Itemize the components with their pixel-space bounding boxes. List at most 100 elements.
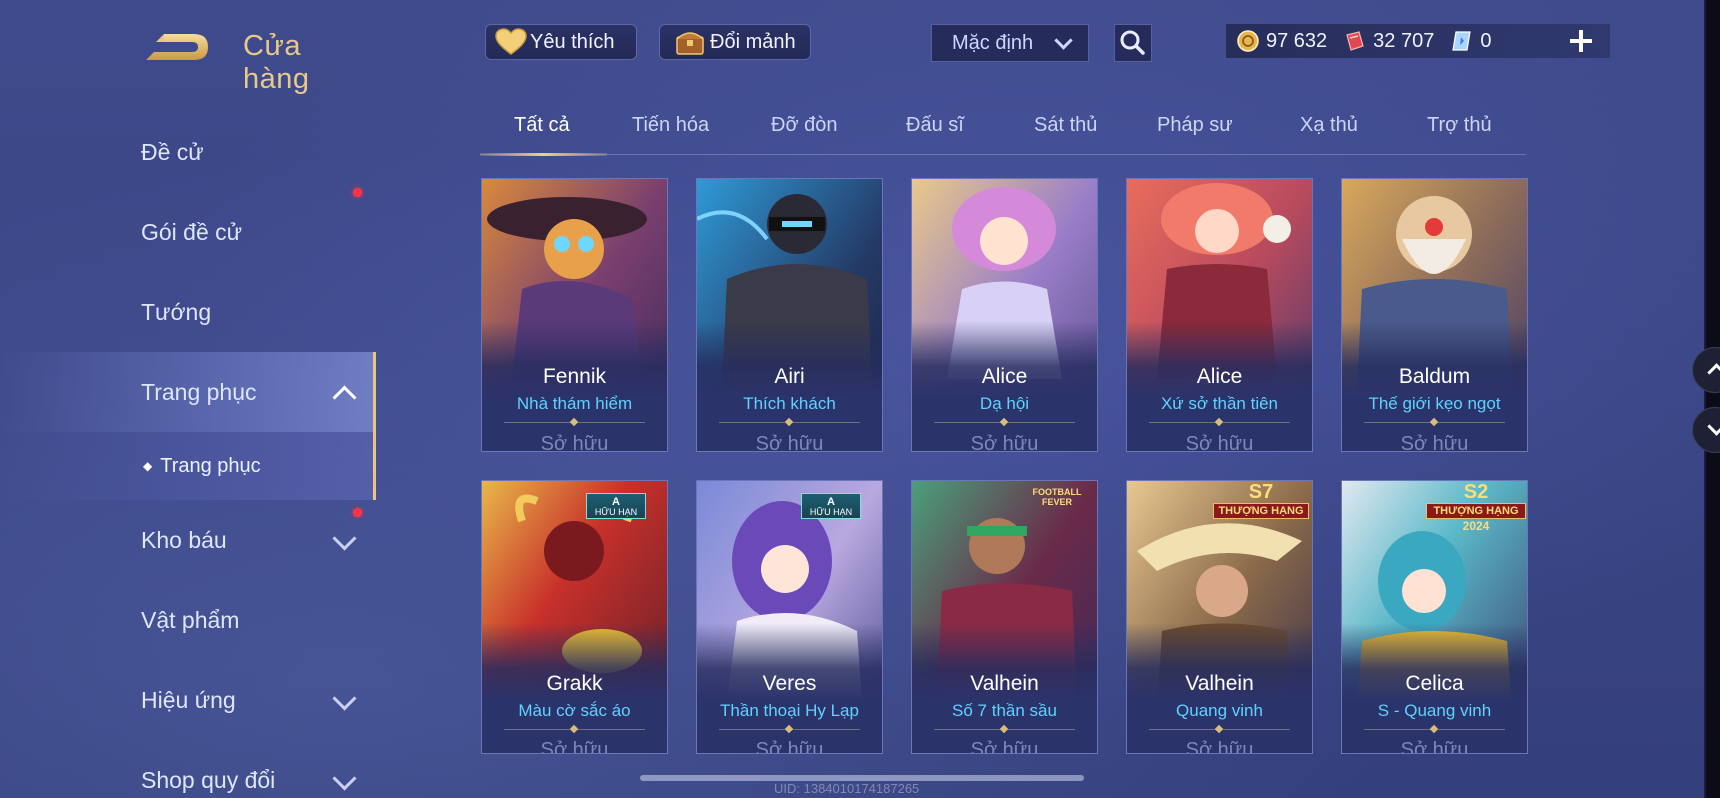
skin-card[interactable]: Airi Thích khách Sở hữu [696,178,883,452]
sidebar-item-label: Đề cử [141,138,204,165]
skin-card[interactable]: A HỮU HẠN Veres Thần thoại Hy Lạp Sở hữu [696,480,883,754]
skin-card[interactable]: A HỮU HẠN Grakk Màu cờ sắc áo Sở hữu [481,480,668,754]
active-tab-indicator [480,153,607,156]
divider [934,729,1075,730]
divider [504,729,645,730]
gold-balance: 97 632 [1236,29,1327,53]
skin-card[interactable]: S7 THƯỢNG HẠNG Valhein Quang vinh Sở hữu [1126,480,1313,754]
rank-badge: S2 THƯỢNG HẠNG 2024 [1426,481,1526,533]
skin-name: S - Quang vinh [1377,701,1492,720]
sidebar-item-exchange-shop[interactable]: Shop quy đổi [0,740,376,798]
badge-label: FEVER [1041,497,1072,507]
tab-marksman[interactable]: Xạ thủ [1300,114,1358,137]
notification-dot [353,508,362,517]
plus-icon[interactable] [1564,24,1598,58]
badge-label: THƯỢNG HẠNG [1426,503,1526,519]
skin-card[interactable]: Fennik Nhà thám hiểm Sở hữu [481,178,668,452]
hero-name: Celica [1405,672,1464,695]
badge-label: HỮU HẠN [809,507,853,517]
currency-bar: 97 632 32 707 0 [1226,24,1610,58]
sidebar-item-treasure[interactable]: Kho báu [0,500,376,580]
tab-mage[interactable]: Pháp sư [1157,114,1233,137]
sidebar-item-items[interactable]: Vật phẩm [0,580,376,660]
sidebar-item-label: Vật phẩm [141,606,240,633]
sidebar-item-effects[interactable]: Hiệu ứng [0,660,376,740]
voucher-icon [1346,31,1364,51]
sidebar-item-label: Tướng [141,298,212,325]
hero-name: Fennik [542,365,607,388]
chevron-down-icon [332,526,357,551]
hero-name: Baldum [1398,365,1471,388]
chest-icon [676,32,704,55]
badge-season: S7 [1248,481,1274,503]
skin-name: Thế giới kẹo ngọt [1368,394,1501,413]
chevron-down-icon [1707,417,1720,436]
ownership-status: Sở hữu [755,739,824,754]
sidebar-subitem-skins[interactable]: ◆ Trang phục [0,432,376,500]
back-arrow-icon[interactable] [142,28,212,66]
ownership-status: Sở hữu [1185,739,1254,754]
tab-evolution[interactable]: Tiến hóa [632,114,709,137]
sidebar-item-heroes[interactable]: Tướng [0,272,376,352]
skin-card[interactable]: Baldum Thế giới kẹo ngọt Sở hữu [1341,178,1528,452]
divider [1149,729,1290,730]
tab-support[interactable]: Trợ thủ [1427,114,1492,137]
sort-dropdown[interactable]: Mặc định [931,24,1089,62]
category-tabs: Tất cả Tiến hóa Đỡ đòn Đấu sĩ Sát thủ Ph… [480,110,1526,156]
skin-name: Số 7 thần sầu [952,701,1057,720]
sidebar-nav: Đề cử Gói đề cử Tướng Trang phục ◆ Trang… [0,112,376,798]
ownership-status: Sở hữu [1185,433,1254,452]
ownership-status: Sở hữu [970,739,1039,754]
divider [1149,422,1290,423]
ownership-status: Sở hữu [755,433,824,452]
badge-label: HỮU HẠN [594,507,638,517]
skin-card[interactable]: FOOTBALL FEVER Valhein Số 7 thần sầu Sở … [911,480,1098,754]
shop-screen: Cửa hàng Đề cử Gói đề cử Tướng Trang phụ… [0,0,1706,798]
badge-year: 2024 [1462,519,1490,533]
skin-card[interactable]: Alice Dạ hội Sở hữu [911,178,1098,452]
tab-fighter[interactable]: Đấu sĩ [906,114,964,137]
skin-name: Xứ sở thần tiên [1160,394,1279,413]
bullet-icon: ◆ [143,459,153,473]
skin-name: Nhà thám hiểm [516,394,633,413]
ownership-status: Sở hữu [540,739,609,754]
hero-name: Grakk [546,672,603,695]
trade-shards-button[interactable]: Đổi mảnh [659,24,811,60]
sidebar-item-label: Hiệu ứng [141,686,236,713]
skin-name: Dạ hội [979,394,1030,413]
skin-name: Thần thoại Hy Lạp [720,701,859,720]
divider [1364,729,1505,730]
tab-all[interactable]: Tất cả [514,114,570,137]
sidebar-item-skins[interactable]: Trang phục [0,352,376,432]
ownership-status: Sở hữu [970,433,1039,452]
sidebar: Cửa hàng Đề cử Gói đề cử Tướng Trang phụ… [0,0,376,798]
skin-card[interactable]: S2 THƯỢNG HẠNG 2024 Celica S - Quang vin… [1341,480,1528,754]
divider [934,422,1075,423]
badge-label: FOOTBALL [1032,487,1082,497]
skin-card[interactable]: Alice Xứ sở thần tiên Sở hữu [1126,178,1313,452]
user-id: UID: 1384010174187265 [774,781,920,796]
search-button[interactable] [1114,24,1152,62]
sort-selected-value: Mặc định [952,31,1034,54]
tab-tank[interactable]: Đỡ đòn [771,114,837,137]
hero-name: Airi [774,365,805,388]
skin-name: Quang vinh [1176,701,1263,720]
tab-assassin[interactable]: Sát thủ [1034,114,1097,137]
divider [719,729,860,730]
chevron-up-icon [332,385,357,410]
divider [1364,422,1505,423]
heart-icon [495,28,527,55]
hero-name: Alice [981,365,1028,388]
sidebar-item-recommended-packs[interactable]: Gói đề cử [0,188,376,272]
badge-grade: A [612,496,620,508]
hero-name: Valhein [1185,672,1254,695]
limited-badge: A HỮU HẠN [801,493,861,519]
sidebar-item-recommended[interactable]: Đề cử [0,112,376,192]
favorites-button[interactable]: Yêu thích [485,24,637,60]
chevron-up-icon [1707,363,1720,382]
gold-amount: 97 632 [1266,29,1328,52]
divider [719,422,860,423]
diamond-amount: 0 [1480,29,1492,52]
voucher-balance: 32 707 [1343,29,1434,53]
ownership-status: Sở hữu [1400,433,1469,452]
